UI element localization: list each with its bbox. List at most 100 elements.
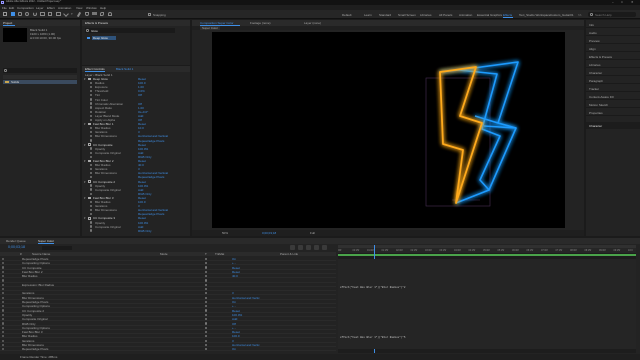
fx-icon[interactable] — [88, 159, 91, 163]
fx-icon[interactable] — [88, 77, 91, 81]
roto-brush-tool-icon[interactable] — [100, 12, 104, 16]
project-list-item[interactable]: Solids — [3, 80, 77, 84]
menu-help[interactable]: Help — [100, 6, 106, 10]
stopwatch-icon[interactable] — [90, 221, 93, 224]
stopwatch-icon[interactable] — [90, 94, 93, 97]
pickwhip-icon[interactable] — [205, 279, 208, 282]
resolution-dropdown[interactable]: Full — [310, 231, 315, 235]
fx-icon[interactable] — [88, 122, 91, 126]
tab-render-queue[interactable]: Render Queue — [6, 239, 26, 243]
pickwhip-icon[interactable] — [205, 275, 208, 278]
stopwatch-icon[interactable] — [2, 287, 5, 291]
stopwatch-icon[interactable] — [2, 279, 5, 282]
camera-tool-icon[interactable] — [40, 12, 45, 16]
rotate-tool-icon[interactable] — [33, 12, 37, 16]
stopwatch-icon[interactable] — [2, 300, 5, 304]
stopwatch-icon[interactable] — [90, 172, 93, 175]
type-tool-icon[interactable]: T — [71, 12, 73, 16]
stopwatch-icon[interactable] — [90, 118, 93, 122]
pickwhip-icon[interactable] — [205, 305, 208, 308]
eraser-tool-icon[interactable] — [92, 12, 97, 15]
menu-edit[interactable]: Edit — [9, 6, 14, 10]
stopwatch-icon[interactable] — [90, 200, 93, 204]
right-panel-item-bottom[interactable]: Character — [586, 122, 640, 129]
fx-icon[interactable] — [88, 217, 91, 220]
effects-search-input[interactable]: Glow — [85, 28, 175, 33]
workspace-essential-graphics[interactable]: Essential Graphics — [477, 13, 502, 17]
menu-view[interactable]: View — [76, 6, 82, 10]
stopwatch-icon[interactable] — [2, 283, 5, 286]
menu-window[interactable]: Window — [86, 6, 97, 10]
composition-subtab[interactable]: Super Color — [200, 26, 221, 30]
puppet-tool-icon[interactable] — [108, 12, 112, 16]
snapping-checkbox[interactable] — [148, 13, 151, 16]
timeline-property-row[interactable]: Repeat Edge Pixels On — [0, 347, 336, 352]
project-search-input[interactable] — [3, 68, 77, 73]
pickwhip-icon[interactable] — [205, 343, 208, 347]
effect-control-row[interactable]: RGB Only — [82, 229, 190, 233]
hand-tool-icon[interactable] — [18, 12, 22, 16]
right-panel-item[interactable]: Align — [586, 45, 640, 52]
rectangle-tool-icon[interactable] — [56, 12, 61, 16]
stopwatch-icon[interactable] — [2, 270, 5, 273]
stopwatch-icon[interactable] — [90, 102, 93, 105]
stopwatch-icon[interactable] — [90, 126, 93, 130]
stopwatch-icon[interactable] — [90, 213, 93, 216]
menu-animation[interactable]: Animation — [58, 6, 71, 10]
pickwhip-icon[interactable] — [205, 313, 208, 316]
menu-effect[interactable]: Effect — [47, 6, 55, 10]
stopwatch-icon[interactable] — [90, 110, 93, 113]
pickwhip-icon[interactable] — [205, 330, 208, 334]
pickwhip-icon[interactable] — [205, 339, 208, 342]
workspace-all-panels[interactable]: All Panels — [439, 13, 452, 17]
maximize-button[interactable]: □ — [621, 0, 623, 4]
right-panel-item[interactable]: Content-Aware Fill — [586, 93, 640, 100]
stopwatch-icon[interactable] — [90, 229, 93, 232]
workspace-default[interactable]: Default — [342, 13, 352, 17]
zoom-level-dropdown[interactable]: 50% — [222, 231, 228, 235]
pickwhip-icon[interactable] — [205, 335, 208, 338]
selection-tool-icon[interactable] — [11, 12, 15, 16]
stopwatch-icon[interactable] — [2, 348, 5, 351]
zoom-tool-icon[interactable] — [25, 12, 29, 16]
pickwhip-icon[interactable] — [205, 257, 208, 261]
stopwatch-icon[interactable] — [90, 163, 93, 167]
expression-2[interactable]: effect("Fast Box Blur 1")("Blur Radius")… — [340, 336, 405, 340]
right-panel-item[interactable]: Audio — [586, 29, 640, 36]
right-panel-item[interactable]: Info — [586, 21, 640, 28]
stopwatch-icon[interactable] — [2, 275, 5, 278]
brush-tool-icon[interactable] — [76, 11, 82, 18]
right-panel-item[interactable]: Effects & Presets — [586, 53, 640, 60]
clone-stamp-tool-icon[interactable] — [85, 12, 89, 16]
stopwatch-icon[interactable] — [90, 225, 93, 228]
menu-layer[interactable]: Layer — [36, 6, 44, 10]
expression-1[interactable]: effect("Fast Box Blur 1")("Blur Radius")… — [340, 286, 405, 290]
stopwatch-icon[interactable] — [2, 343, 5, 347]
pickwhip-icon[interactable] — [205, 262, 208, 265]
stopwatch-icon[interactable] — [2, 309, 5, 312]
pickwhip-icon[interactable] — [205, 287, 208, 291]
stopwatch-icon[interactable] — [90, 85, 93, 89]
effects-presets-tab[interactable]: Effects & Presets — [85, 21, 108, 25]
search-help-field[interactable]: Search Help — [588, 12, 636, 17]
stopwatch-icon[interactable] — [2, 339, 5, 342]
workspace-animation[interactable]: Animation — [459, 13, 472, 17]
workspace-standard[interactable]: Standard — [379, 13, 391, 17]
pickwhip-icon[interactable] — [205, 283, 208, 286]
stopwatch-icon[interactable] — [90, 151, 93, 154]
tab-layer[interactable]: Layer (none) — [304, 21, 321, 25]
stopwatch-icon[interactable] — [90, 155, 93, 158]
graph-editor-icon[interactable] — [322, 245, 327, 250]
stopwatch-icon[interactable] — [90, 147, 93, 150]
draft-3d-icon[interactable] — [290, 245, 295, 250]
menu-file[interactable]: File — [2, 6, 7, 10]
workspace-libraries[interactable]: Libraries — [420, 13, 432, 17]
stopwatch-icon[interactable] — [90, 188, 93, 191]
workspace-learn[interactable]: Learn — [364, 13, 372, 17]
stopwatch-icon[interactable] — [2, 292, 5, 295]
fx-icon[interactable] — [88, 180, 91, 183]
right-panel-item[interactable]: Libraries — [586, 61, 640, 68]
workspace-custom-guitar[interactable]: Custom_Guitar01 — [550, 13, 574, 17]
stopwatch-icon[interactable] — [90, 90, 93, 93]
stopwatch-icon[interactable] — [90, 106, 93, 109]
